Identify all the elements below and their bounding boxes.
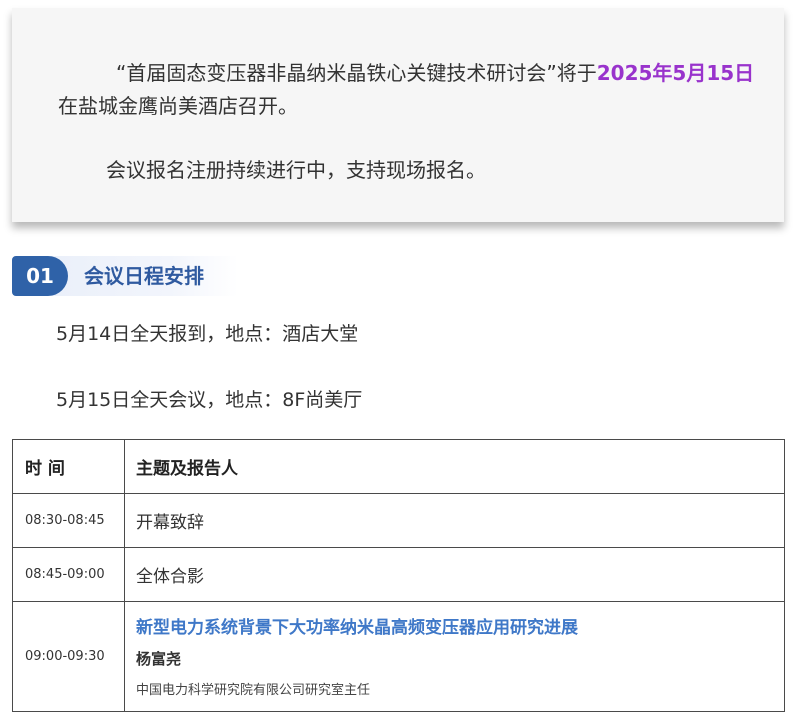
intro-text: “首届固态变压器非晶纳米晶铁心关键技术研讨会”将于 bbox=[116, 61, 597, 85]
row-time: 09:00-09:30 bbox=[12, 601, 125, 712]
intro-card: “首届固态变压器非晶纳米晶铁心关键技术研讨会”将于2025年5月15日在盐城金鹰… bbox=[12, 8, 784, 222]
header-time: 时 间 bbox=[12, 439, 125, 494]
table-header-row: 时 间 主题及报告人 bbox=[12, 439, 785, 494]
row-topic: 开幕致辞 bbox=[124, 493, 785, 548]
meeting-info: 5月15日全天会议，地点：8F尚美厅 bbox=[56, 389, 363, 411]
intro-venue-text: 在盐城金鹰尚美酒店召开。 bbox=[58, 94, 298, 118]
intro-paragraph: “首届固态变压器非晶纳米晶铁心关键技术研讨会”将于2025年5月15日在盐城金鹰… bbox=[58, 57, 758, 123]
section-header: 01 会议日程安排 bbox=[12, 256, 238, 296]
table-row: 08:45-09:00 全体合影 bbox=[12, 547, 785, 602]
schedule-table: 时 间 主题及报告人 08:30-08:45 开幕致辞 08:45-09:00 … bbox=[12, 439, 785, 712]
speaker-name: 杨富尧 bbox=[136, 649, 182, 668]
table-row: 09:00-09:30 新型电力系统背景下大功率纳米晶高频变压器应用研究进展 杨… bbox=[12, 601, 785, 712]
registration-note: 会议报名注册持续进行中，支持现场报名。 bbox=[106, 158, 486, 182]
row-topic: 全体合影 bbox=[124, 547, 785, 602]
row-topic-cell: 新型电力系统背景下大功率纳米晶高频变压器应用研究进展 杨富尧 中国电力科学研究院… bbox=[124, 601, 785, 712]
section-title: 会议日程安排 bbox=[84, 264, 204, 288]
talk-title: 新型电力系统背景下大功率纳米晶高频变压器应用研究进展 bbox=[136, 617, 578, 638]
header-topic: 主题及报告人 bbox=[124, 439, 785, 494]
row-time: 08:30-08:45 bbox=[12, 493, 125, 548]
conference-date: 2025年5月15日 bbox=[596, 61, 755, 85]
checkin-info: 5月14日全天报到，地点：酒店大堂 bbox=[56, 323, 359, 345]
row-time: 08:45-09:00 bbox=[12, 547, 125, 602]
section-number-badge: 01 bbox=[12, 256, 68, 296]
table-row: 08:30-08:45 开幕致辞 bbox=[12, 493, 785, 548]
